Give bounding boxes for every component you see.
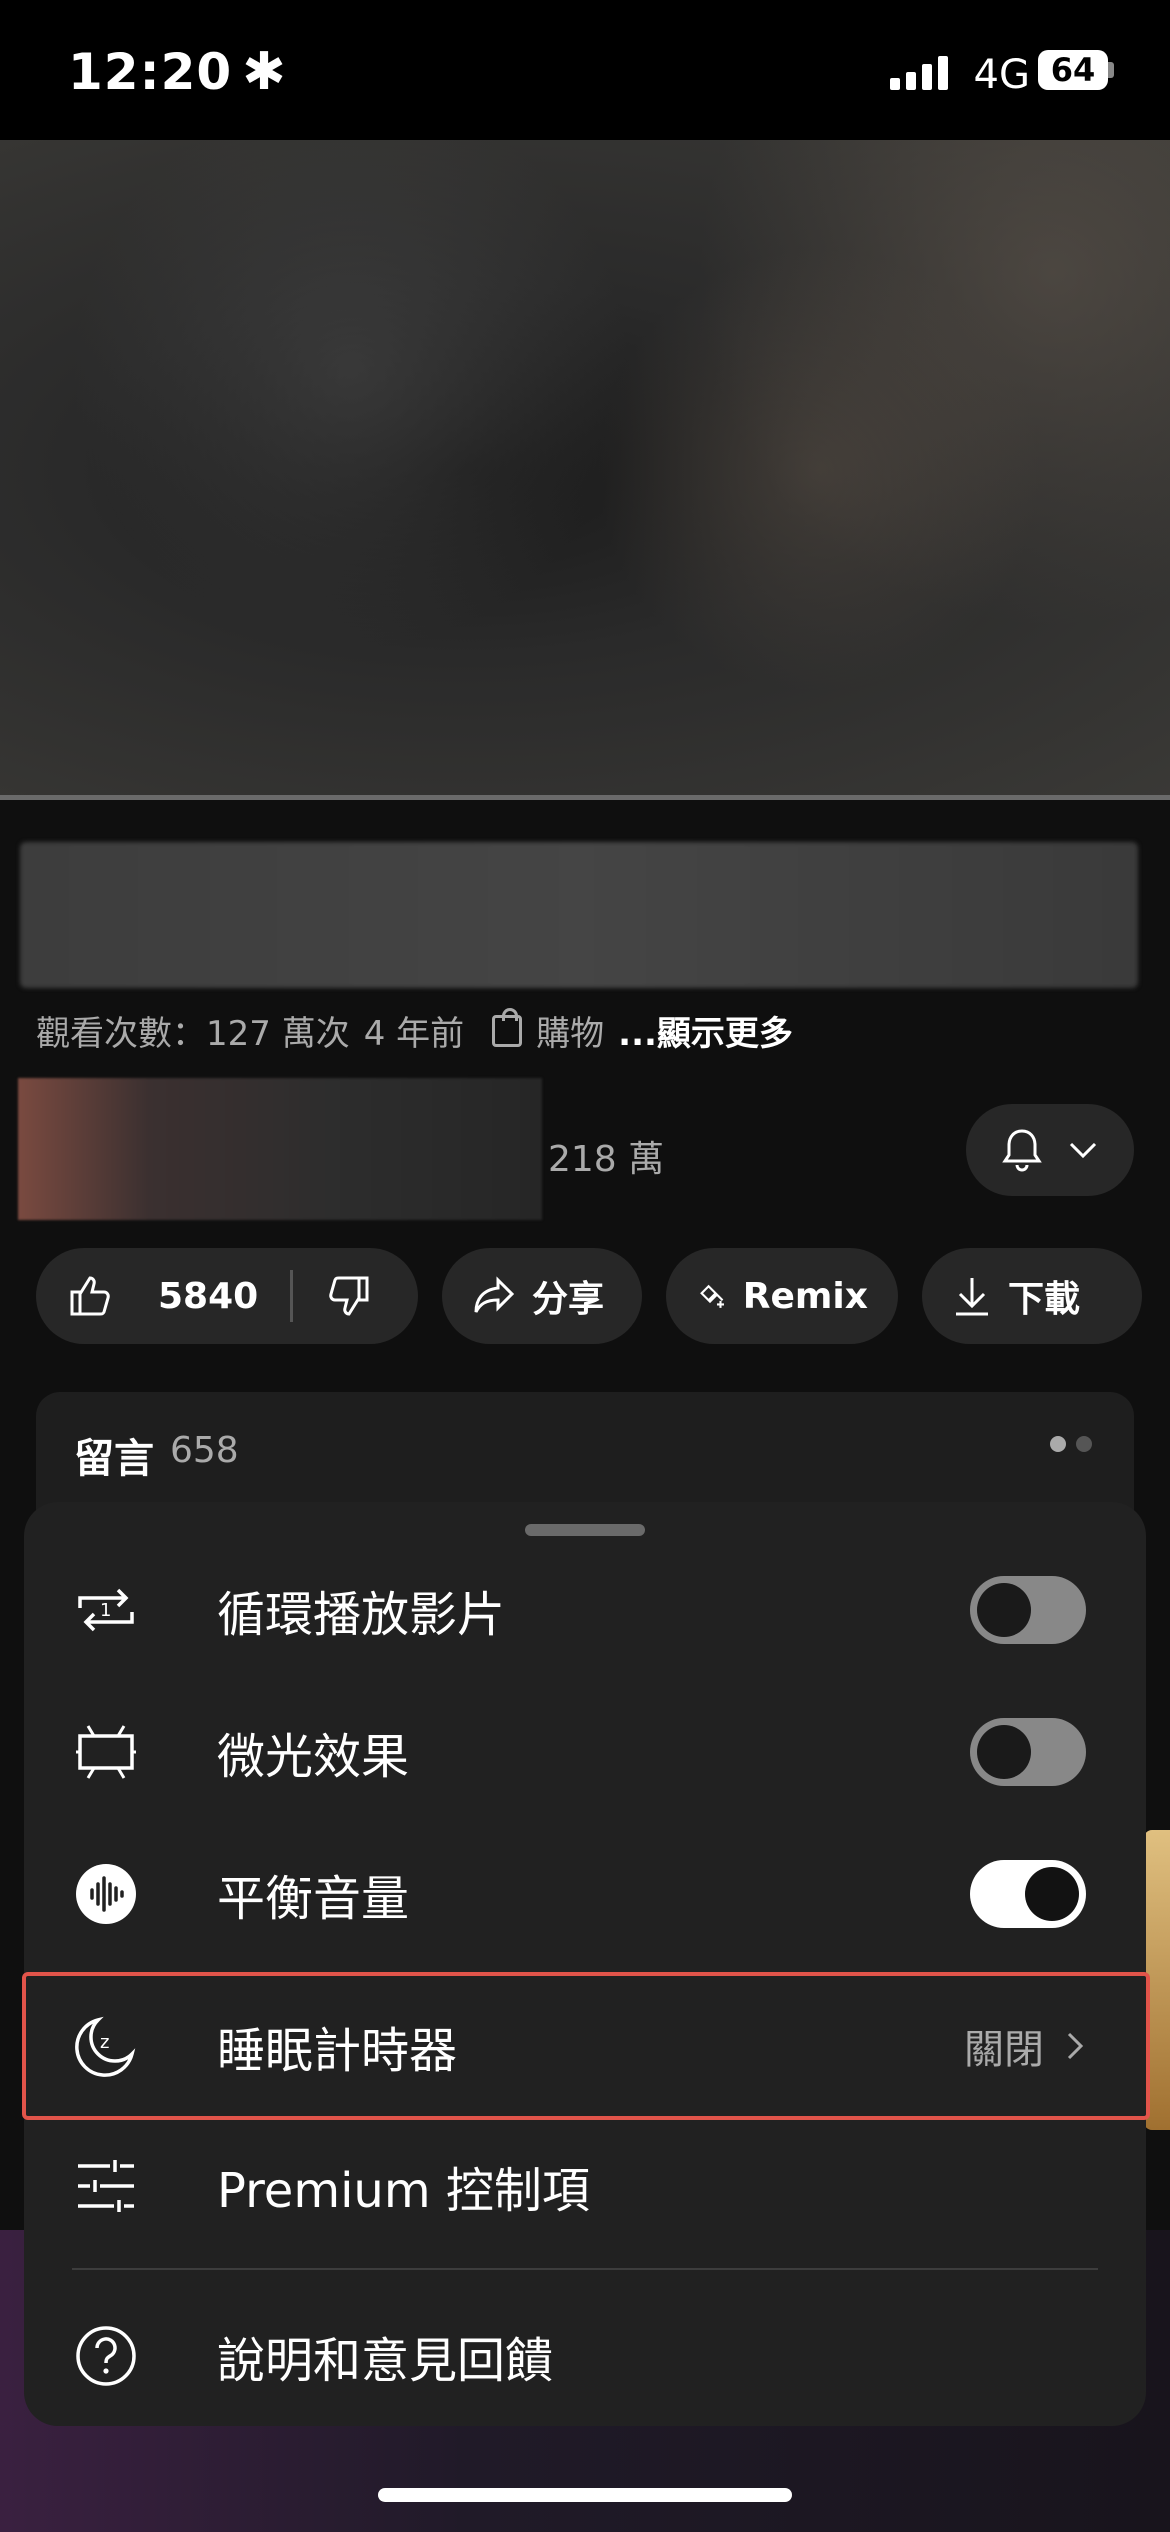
channel-info-blurred[interactable]	[18, 1078, 542, 1220]
bell-icon	[1002, 1129, 1042, 1172]
like-count[interactable]: 5840	[158, 1276, 258, 1317]
ambient-mode-toggle[interactable]	[970, 1718, 1086, 1786]
battery-tip	[1108, 62, 1114, 78]
signal-icon	[890, 56, 948, 90]
shopping-bag-icon	[492, 1007, 523, 1047]
stable-volume-label: 平衡音量	[217, 1871, 410, 1927]
thumbs-down-icon[interactable]	[325, 1272, 373, 1320]
chevron-down-icon	[1069, 1142, 1097, 1159]
help-feedback-label: 說明和意見回饋	[217, 2333, 554, 2389]
sleep-timer-row[interactable]: z 睡眠計時器 關閉	[24, 1975, 1146, 2117]
view-count: 觀看次數：127 萬次	[36, 1014, 350, 1054]
download-icon	[956, 1278, 988, 1316]
ambient-mode-label: 微光效果	[217, 1729, 410, 1785]
shopping-label: 購物	[536, 1014, 605, 1054]
remix-icon	[700, 1284, 724, 1308]
loop-icon: 1	[74, 1578, 138, 1642]
pagination-dots	[1050, 1436, 1092, 1452]
sleep-timer-icon: z	[74, 2014, 138, 2078]
notification-bell-button[interactable]	[966, 1104, 1134, 1196]
ambient-mode-row[interactable]: 微光效果	[24, 1681, 1146, 1823]
status-bar: 12:20 ✱ 4G 64	[0, 0, 1170, 140]
help-feedback-row[interactable]: 說明和意見回饋	[24, 2285, 1146, 2427]
comments-count: 658	[170, 1430, 239, 1471]
video-player[interactable]	[0, 140, 1170, 800]
premium-controls-row[interactable]: Premium 控制項	[24, 2115, 1146, 2257]
action-bar: 5840 分享 Remix 下載	[36, 1248, 1142, 1344]
sleep-timer-value: 關閉	[964, 2017, 1084, 2075]
network-type: 4G	[973, 52, 1030, 98]
premium-controls-label: Premium 控制項	[217, 2163, 590, 2219]
video-meta[interactable]: 觀看次數：127 萬次 4 年前 購物 ...顯示更多	[36, 1006, 793, 1055]
remix-button[interactable]: Remix	[666, 1248, 898, 1344]
more-settings-sheet: 1 循環播放影片 微光效果 平衡音量 z 睡眠計時器 關閉 Premium 控制…	[22, 1502, 1150, 2427]
download-button[interactable]: 下載	[922, 1248, 1142, 1344]
help-icon	[74, 2324, 138, 2388]
subscriber-count: 218 萬	[548, 1139, 665, 1180]
like-dislike-pill: 5840	[36, 1248, 418, 1344]
loop-video-label: 循環播放影片	[217, 1587, 506, 1643]
share-label: 分享	[532, 1279, 605, 1320]
share-icon	[474, 1276, 515, 1313]
ambient-mode-icon	[74, 1720, 138, 1784]
sheet-divider	[72, 2268, 1098, 2270]
share-button[interactable]: 分享	[442, 1248, 642, 1344]
download-label: 下載	[1008, 1279, 1081, 1320]
background-thumbnail	[1144, 1830, 1170, 2130]
sheet-drag-handle[interactable]	[525, 1524, 645, 1536]
thumbs-up-icon[interactable]	[66, 1272, 114, 1320]
sleep-timer-status: 關閉	[964, 2027, 1044, 2073]
stable-volume-row[interactable]: 平衡音量	[24, 1823, 1146, 1965]
chevron-right-icon	[1067, 2032, 1084, 2060]
remix-label: Remix	[742, 1275, 868, 1317]
stable-volume-icon	[74, 1862, 138, 1926]
loop-video-toggle[interactable]	[970, 1576, 1086, 1644]
comments-title: 留言	[74, 1436, 154, 1482]
status-time: 12:20 ✱	[68, 42, 287, 102]
sliders-icon	[74, 2154, 138, 2218]
loop-video-row[interactable]: 1 循環播放影片	[24, 1539, 1146, 1681]
asterisk-icon: ✱	[242, 42, 287, 102]
stable-volume-toggle[interactable]	[970, 1860, 1086, 1928]
video-progress-bar[interactable]	[0, 795, 1170, 800]
sleep-timer-label: 睡眠計時器	[217, 2023, 458, 2079]
svg-text:z: z	[100, 2032, 109, 2053]
show-more-link[interactable]: ...顯示更多	[618, 1006, 793, 1055]
video-title-blurred[interactable]	[20, 842, 1138, 988]
svg-text:1: 1	[100, 1600, 111, 1621]
upload-age: 4 年前	[363, 1014, 465, 1054]
home-indicator[interactable]	[378, 2488, 792, 2502]
pill-divider	[290, 1270, 294, 1322]
battery-icon: 64	[1038, 50, 1108, 90]
